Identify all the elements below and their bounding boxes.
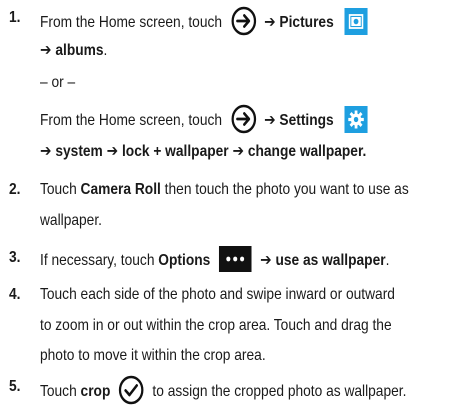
options-label: Options (158, 252, 211, 270)
settings-path: ➔ system ➔ lock + wallpaper ➔ change wal… (40, 143, 366, 160)
right-arrow-circle-icon (231, 104, 257, 134)
settings-gear-icon (344, 105, 368, 133)
camera-roll-label: Camera Roll (80, 181, 161, 198)
step-1-line-4: From the Home screen, touch ➔ Settings (40, 104, 368, 136)
use-as-wallpaper-label: use as wallpaper (275, 252, 386, 270)
arrow-glyph: ➔ (260, 252, 272, 270)
step-2-number: 2. (9, 181, 21, 198)
step-3-line: If necessary, touch Options ➔ use as wal… (40, 246, 390, 274)
albums-label: albums (55, 42, 104, 59)
step-5-line: Touch crop to assign the cropped photo a… (40, 375, 407, 407)
step-3-number: 3. (9, 249, 21, 266)
step-1-line-5: ➔ system ➔ lock + wallpaper ➔ change wal… (40, 142, 366, 162)
step-1-intro: From the Home screen, touch (40, 14, 223, 32)
step-5-text: to assign the cropped photo as wallpaper… (152, 383, 407, 401)
step-4-number: 4. (9, 286, 21, 303)
step-4-line-3: photo to move it within the crop area. (40, 347, 266, 364)
step-2-touch: Touch (40, 181, 77, 198)
wallpaper-path: system ➔ lock + wallpaper ➔ change wallp… (55, 143, 367, 160)
albums-period: . (103, 42, 108, 59)
step-3-intro: If necessary, touch (40, 252, 155, 270)
arrow-glyph: ➔ (264, 14, 276, 32)
step-5-number: 5. (9, 378, 21, 395)
settings-label: Settings (279, 112, 334, 130)
pictures-camera-icon (344, 7, 368, 35)
step-1-line-2: ➔ albums. (40, 41, 107, 61)
instructions-document: 1. From the Home screen, touch ➔ Picture… (0, 0, 475, 405)
arrow-glyph: ➔ (40, 42, 52, 59)
step-2-text: then touch the photo you want to use as (164, 181, 409, 198)
pictures-label: Pictures (279, 14, 334, 32)
right-arrow-circle-icon (231, 6, 257, 36)
step-4-line-1: Touch each side of the photo and swipe i… (40, 286, 395, 303)
arrow-glyph: ➔ (264, 112, 276, 130)
step-4-line-2: to zoom in or out within the crop area. … (40, 317, 392, 334)
arrow-glyph: ➔ (40, 143, 52, 160)
step-1-alt-intro: From the Home screen, touch (40, 112, 223, 130)
step-5-touch: Touch (40, 383, 77, 401)
step-1-number: 1. (9, 9, 21, 26)
step-1-or: – or – (40, 74, 76, 91)
step-3-period: . (385, 252, 390, 270)
step-2-line-1: Touch Camera Roll then touch the photo y… (40, 180, 409, 200)
step-1-line-1: From the Home screen, touch ➔ Pictures (40, 6, 368, 38)
step-2-line-2: wallpaper. (40, 212, 102, 229)
crop-label: crop (80, 383, 111, 401)
options-ellipsis-icon (219, 246, 252, 272)
